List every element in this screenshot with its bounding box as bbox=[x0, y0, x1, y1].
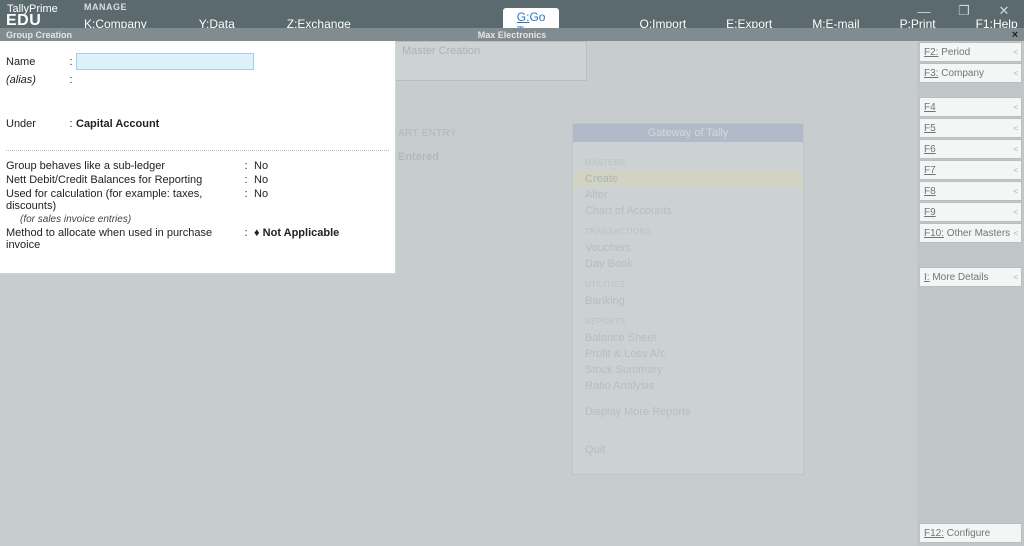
subheader-close-icon[interactable]: × bbox=[1009, 29, 1021, 41]
window-buttons: — ❐ ✕ bbox=[904, 0, 1024, 22]
sb-f2-period[interactable]: F2: Period< bbox=[919, 42, 1022, 62]
gw-section-utilities: UTILITIES bbox=[585, 280, 791, 289]
maximize-button[interactable]: ❐ bbox=[944, 0, 984, 22]
sb-more-details[interactable]: I: More Details< bbox=[919, 267, 1022, 287]
under-label: Under bbox=[6, 118, 66, 130]
subheader-company: Max Electronics bbox=[478, 30, 547, 40]
gw-section-reports: REPORTS bbox=[585, 317, 791, 326]
workspace: Master Creation ART ENTRY Entered Gatewa… bbox=[0, 41, 917, 546]
sb-f4[interactable]: F4< bbox=[919, 97, 1022, 117]
subledger-value[interactable]: No bbox=[254, 160, 268, 172]
entry-label: ART ENTRY bbox=[398, 128, 457, 139]
under-value[interactable]: Capital Account bbox=[76, 118, 159, 130]
calc-note: (for sales invoice entries) bbox=[6, 214, 131, 225]
alloc-label: Method to allocate when used in purchase… bbox=[6, 227, 238, 251]
gw-item-ratio[interactable]: Ratio Analysis bbox=[585, 378, 791, 394]
sb-f5[interactable]: F5< bbox=[919, 118, 1022, 138]
gw-section-transactions: TRANSACTIONS bbox=[585, 227, 791, 236]
sb-f9[interactable]: F9< bbox=[919, 202, 1022, 222]
entered-label: Entered bbox=[398, 151, 439, 163]
sb-f3-company[interactable]: F3: Company< bbox=[919, 63, 1022, 83]
sb-f10-other-masters[interactable]: F10: Other Masters< bbox=[919, 223, 1022, 243]
sb-f7[interactable]: F7< bbox=[919, 160, 1022, 180]
alias-label: (alias) bbox=[6, 74, 66, 86]
gateway-panel: Gateway of Tally MASTERS Create Alter Ch… bbox=[572, 123, 804, 475]
gw-section-masters: MASTERS bbox=[585, 158, 791, 167]
alloc-value[interactable]: ♦ Not Applicable bbox=[254, 227, 339, 239]
subledger-label: Group behaves like a sub-ledger bbox=[6, 160, 238, 172]
sb-f12-configure[interactable]: F12: Configure bbox=[919, 523, 1022, 543]
master-creation-title: Master Creation bbox=[396, 42, 586, 60]
gw-item-chart[interactable]: Chart of Accounts bbox=[585, 203, 791, 219]
gw-item-balancesheet[interactable]: Balance Sheet bbox=[585, 330, 791, 346]
gw-item-quit[interactable]: Quit bbox=[585, 444, 791, 456]
gw-item-pl[interactable]: Profit & Loss A/c bbox=[585, 346, 791, 362]
manage-label: MANAGE bbox=[84, 2, 127, 12]
nett-value[interactable]: No bbox=[254, 174, 268, 186]
function-key-sidebar: F2: Period< F3: Company< F4< F5< F6< F7<… bbox=[917, 41, 1024, 546]
minimize-button[interactable]: — bbox=[904, 0, 944, 22]
gw-item-displaymore[interactable]: Display More Reports bbox=[585, 404, 791, 420]
name-input[interactable] bbox=[76, 53, 254, 70]
gw-item-daybook[interactable]: Day Book bbox=[585, 256, 791, 272]
gw-item-vouchers[interactable]: Vouchers bbox=[585, 240, 791, 256]
master-creation-box: Master Creation bbox=[395, 41, 587, 81]
title-bar: TallyPrime EDU MANAGE K:Company Y:Data Z… bbox=[0, 0, 1024, 28]
gw-item-banking[interactable]: Banking bbox=[585, 293, 791, 309]
close-button[interactable]: ✕ bbox=[984, 0, 1024, 22]
sb-f8[interactable]: F8< bbox=[919, 181, 1022, 201]
name-label: Name bbox=[6, 56, 66, 68]
sub-header: Group Creation Max Electronics × bbox=[0, 28, 1024, 41]
gateway-title: Gateway of Tally bbox=[573, 124, 803, 142]
subheader-left: Group Creation bbox=[6, 30, 72, 40]
gw-item-stock[interactable]: Stock Summary bbox=[585, 362, 791, 378]
gw-item-create[interactable]: Create bbox=[573, 171, 803, 187]
calc-label: Used for calculation (for example: taxes… bbox=[6, 188, 238, 212]
gw-item-alter[interactable]: Alter bbox=[585, 187, 791, 203]
sb-f6[interactable]: F6< bbox=[919, 139, 1022, 159]
nett-label: Nett Debit/Credit Balances for Reporting bbox=[6, 174, 238, 186]
group-creation-dialog: Name : (alias) : Under : Capital Account… bbox=[0, 41, 396, 274]
calc-value[interactable]: No bbox=[254, 188, 268, 200]
